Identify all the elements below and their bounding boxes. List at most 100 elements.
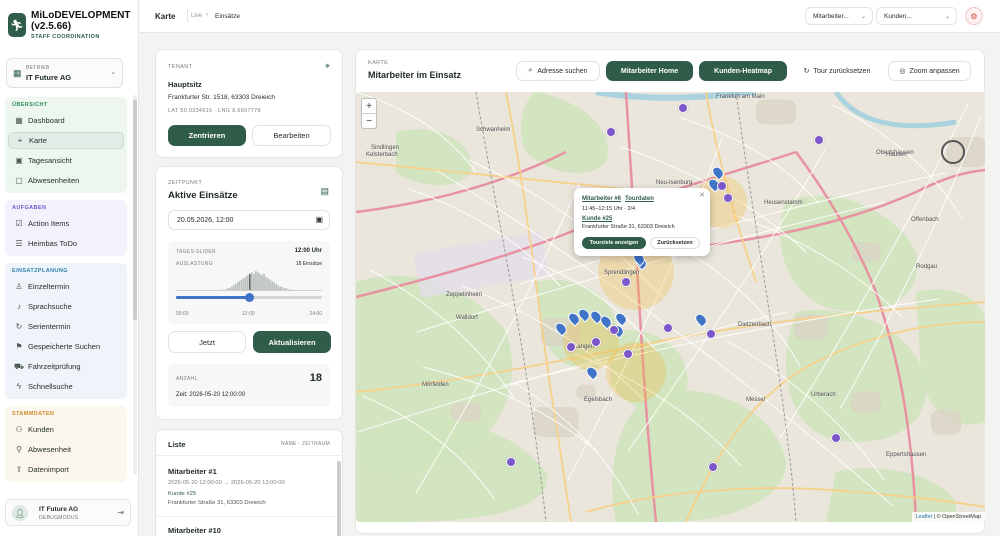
customer-marker-icon[interactable] bbox=[623, 349, 633, 359]
list-scrollbar[interactable] bbox=[337, 461, 341, 536]
list-card: Liste NAME · ZEITRAUM Mitarbeiter #1 202… bbox=[155, 429, 343, 536]
map-place-label: Heusenstamm bbox=[764, 200, 803, 206]
customer-marker-icon[interactable] bbox=[606, 127, 616, 137]
calendar-icon[interactable]: ▣ bbox=[315, 215, 323, 224]
customer-marker-icon[interactable] bbox=[506, 457, 516, 467]
histogram-bar bbox=[253, 273, 255, 291]
popup-employee-link[interactable]: Mitarbeiter #6 bbox=[582, 196, 621, 202]
list-title: Liste bbox=[168, 440, 186, 449]
customer-marker-icon[interactable] bbox=[678, 103, 688, 113]
customer-marker-icon[interactable] bbox=[621, 277, 631, 287]
sidebar-item-label: Dashboard bbox=[28, 116, 65, 125]
tenant-name: Hauptsitz bbox=[168, 80, 202, 89]
sidebar-item-gespeicherte-suchen[interactable]: ⚑ Gespeicherte Suchen bbox=[8, 338, 124, 355]
breadcrumb-live[interactable]: Live bbox=[191, 13, 202, 19]
list-item[interactable]: Mitarbeiter #10 bbox=[156, 517, 336, 536]
nav-group-einsatzplanung: EINSATZPLANUNG ♙ Einzeltermin ♪ Sprachsuche ↻… bbox=[5, 263, 127, 399]
histogram-bar bbox=[255, 271, 257, 291]
zoom-in-button[interactable]: + bbox=[362, 99, 376, 114]
checklist-icon: ☑ bbox=[15, 219, 23, 228]
sidebar-item-tagesansicht[interactable]: ▣ Tagesansicht bbox=[8, 152, 124, 169]
tenant-address: Frankfurter Str. 1518, 63303 Dreieich bbox=[168, 94, 275, 101]
map-pin-icon: ⌖ bbox=[17, 135, 23, 145]
sidebar-item-label: Abwesenheiten bbox=[28, 176, 80, 185]
show-tour-targets-button[interactable]: Tourziele anzeigen bbox=[582, 237, 646, 249]
sidebar-item-sprachsuche[interactable]: ♪ Sprachsuche bbox=[8, 298, 124, 315]
customer-marker-icon[interactable] bbox=[609, 325, 619, 335]
reset-tour-button[interactable]: ↻ Tour zurücksetzen bbox=[792, 61, 882, 81]
histogram-bar bbox=[275, 283, 277, 291]
brand-name: MiLoDEVELOPMENT (v2.5.66) bbox=[31, 10, 131, 32]
sidebar-item-dashboard[interactable]: ▦ Dashboard bbox=[8, 112, 124, 129]
close-icon[interactable]: ✕ bbox=[699, 191, 705, 199]
customer-marker-icon[interactable] bbox=[708, 462, 718, 472]
map-place-label: Neu-Isenburg bbox=[656, 180, 693, 186]
sidebar-item-action-items[interactable]: ☑ Action Items bbox=[8, 215, 124, 232]
user-box: 👤︎ IT Future AG DEBUGMODUS ⇥ bbox=[5, 499, 131, 526]
heatmap-spot bbox=[606, 342, 666, 402]
urban-area bbox=[851, 391, 881, 413]
center-button[interactable]: Zentrieren bbox=[168, 125, 246, 146]
edit-button[interactable]: Bearbeiten bbox=[252, 125, 331, 146]
customer-marker-icon[interactable] bbox=[831, 433, 841, 443]
time-slider[interactable] bbox=[176, 293, 322, 302]
company-select[interactable]: ▦ BETRIEB IT Future AG ⌄ bbox=[6, 58, 123, 88]
employee-select[interactable]: Mitarbeiter... ⌄ bbox=[805, 7, 873, 25]
histogram-bar bbox=[259, 273, 261, 291]
sidebar-item-serientermin[interactable]: ↻ Serientermin bbox=[8, 318, 124, 335]
customer-select[interactable]: Kunden... ⌄ bbox=[876, 7, 957, 25]
list-icon: ☰ bbox=[15, 239, 23, 248]
leaflet-link[interactable]: Leaflet bbox=[916, 514, 933, 520]
zoom-out-button[interactable]: − bbox=[362, 114, 376, 129]
sidebar-item-label: Sprachsuche bbox=[28, 302, 72, 311]
sidebar-item-schnellsuche[interactable]: ϟ Schnellsuche bbox=[8, 378, 124, 395]
customer-heatmap-button[interactable]: Kunden-Heatmap bbox=[699, 61, 787, 81]
sidebar-item-kunden[interactable]: ⚇ Kunden bbox=[8, 421, 124, 438]
slider-label: TAGES-SLIDER bbox=[176, 249, 216, 255]
histogram-bar bbox=[271, 281, 273, 291]
histogram-bar bbox=[269, 279, 271, 291]
avatar: 👤︎ bbox=[12, 505, 28, 521]
tick-mid: 12:00 bbox=[242, 311, 255, 317]
list-sort[interactable]: NAME · ZEITRAUM bbox=[281, 441, 330, 447]
customer-marker-icon[interactable] bbox=[663, 323, 673, 333]
sidebar-item-einzeltermin[interactable]: ♙ Einzeltermin bbox=[8, 278, 124, 295]
tenant-card: TENANT ⌖ Hauptsitz Frankfurter Str. 1518… bbox=[155, 49, 343, 158]
search-address-button[interactable]: ⌕ Adresse suchen bbox=[516, 61, 600, 81]
map-place-label: Dietzenbach bbox=[738, 322, 772, 328]
calendar-x-icon: ▢ bbox=[15, 176, 23, 185]
customer-marker-icon[interactable] bbox=[566, 342, 576, 352]
customer-marker-icon[interactable] bbox=[723, 193, 733, 203]
sidebar-item-fahrzeitprüfung[interactable]: ⛟ Fahrzeitprüfung bbox=[8, 358, 124, 375]
chevron-down-icon: ⌄ bbox=[110, 69, 116, 76]
customer-marker-icon[interactable] bbox=[591, 337, 601, 347]
refresh-button[interactable]: Aktualisieren bbox=[253, 331, 331, 353]
upload-icon: ⇪ bbox=[15, 465, 23, 474]
calendar-icon: ▣ bbox=[15, 156, 23, 165]
sidebar-item-label: Kunden bbox=[28, 425, 54, 434]
employee-home-button[interactable]: Mitarbeiter Home bbox=[606, 61, 693, 81]
alert-icon[interactable]: ⚙ bbox=[965, 7, 983, 25]
sidebar-item-heimbas-todo[interactable]: ☰ Heimbas ToDo bbox=[8, 235, 124, 252]
tick-end: 24:00 bbox=[309, 311, 322, 317]
customer-marker-icon[interactable] bbox=[706, 329, 716, 339]
slider-handle[interactable] bbox=[244, 293, 254, 302]
logout-icon[interactable]: ⇥ bbox=[117, 508, 124, 517]
sidebar-scrollbar[interactable] bbox=[133, 95, 137, 475]
search-icon: ⌕ bbox=[528, 67, 533, 74]
customer-marker-icon[interactable] bbox=[717, 181, 727, 191]
fit-zoom-button[interactable]: ◎ Zoom anpassen bbox=[888, 61, 971, 81]
sidebar-item-abwesenheiten[interactable]: ▢ Abwesenheiten bbox=[8, 172, 124, 189]
popup-customer-link[interactable]: Kunde #25 bbox=[582, 216, 612, 222]
popup-reset-button[interactable]: Zurücksetzen bbox=[650, 237, 700, 249]
list-item[interactable]: Mitarbeiter #1 2026-05-20 12:00:00 → 202… bbox=[156, 457, 336, 515]
now-button[interactable]: Jetzt bbox=[168, 331, 246, 353]
map-canvas[interactable]: Frankfurt am Main Offenbach Sprendlingen La… bbox=[356, 92, 985, 522]
customer-marker-icon[interactable] bbox=[814, 135, 824, 145]
sidebar-item-karte[interactable]: ⌖ Karte bbox=[8, 132, 124, 149]
sidebar-item-abwesenheit[interactable]: ⚲ Abwesenheit bbox=[8, 441, 124, 458]
sidebar-item-datenimport[interactable]: ⇪ Datenimport bbox=[8, 461, 124, 478]
popup-tour-link[interactable]: Tourdaten bbox=[625, 196, 654, 202]
datetime-input[interactable]: 20.05.2026, 12:00 ▣ bbox=[168, 210, 330, 230]
map-place-label: Urberach bbox=[811, 392, 836, 398]
